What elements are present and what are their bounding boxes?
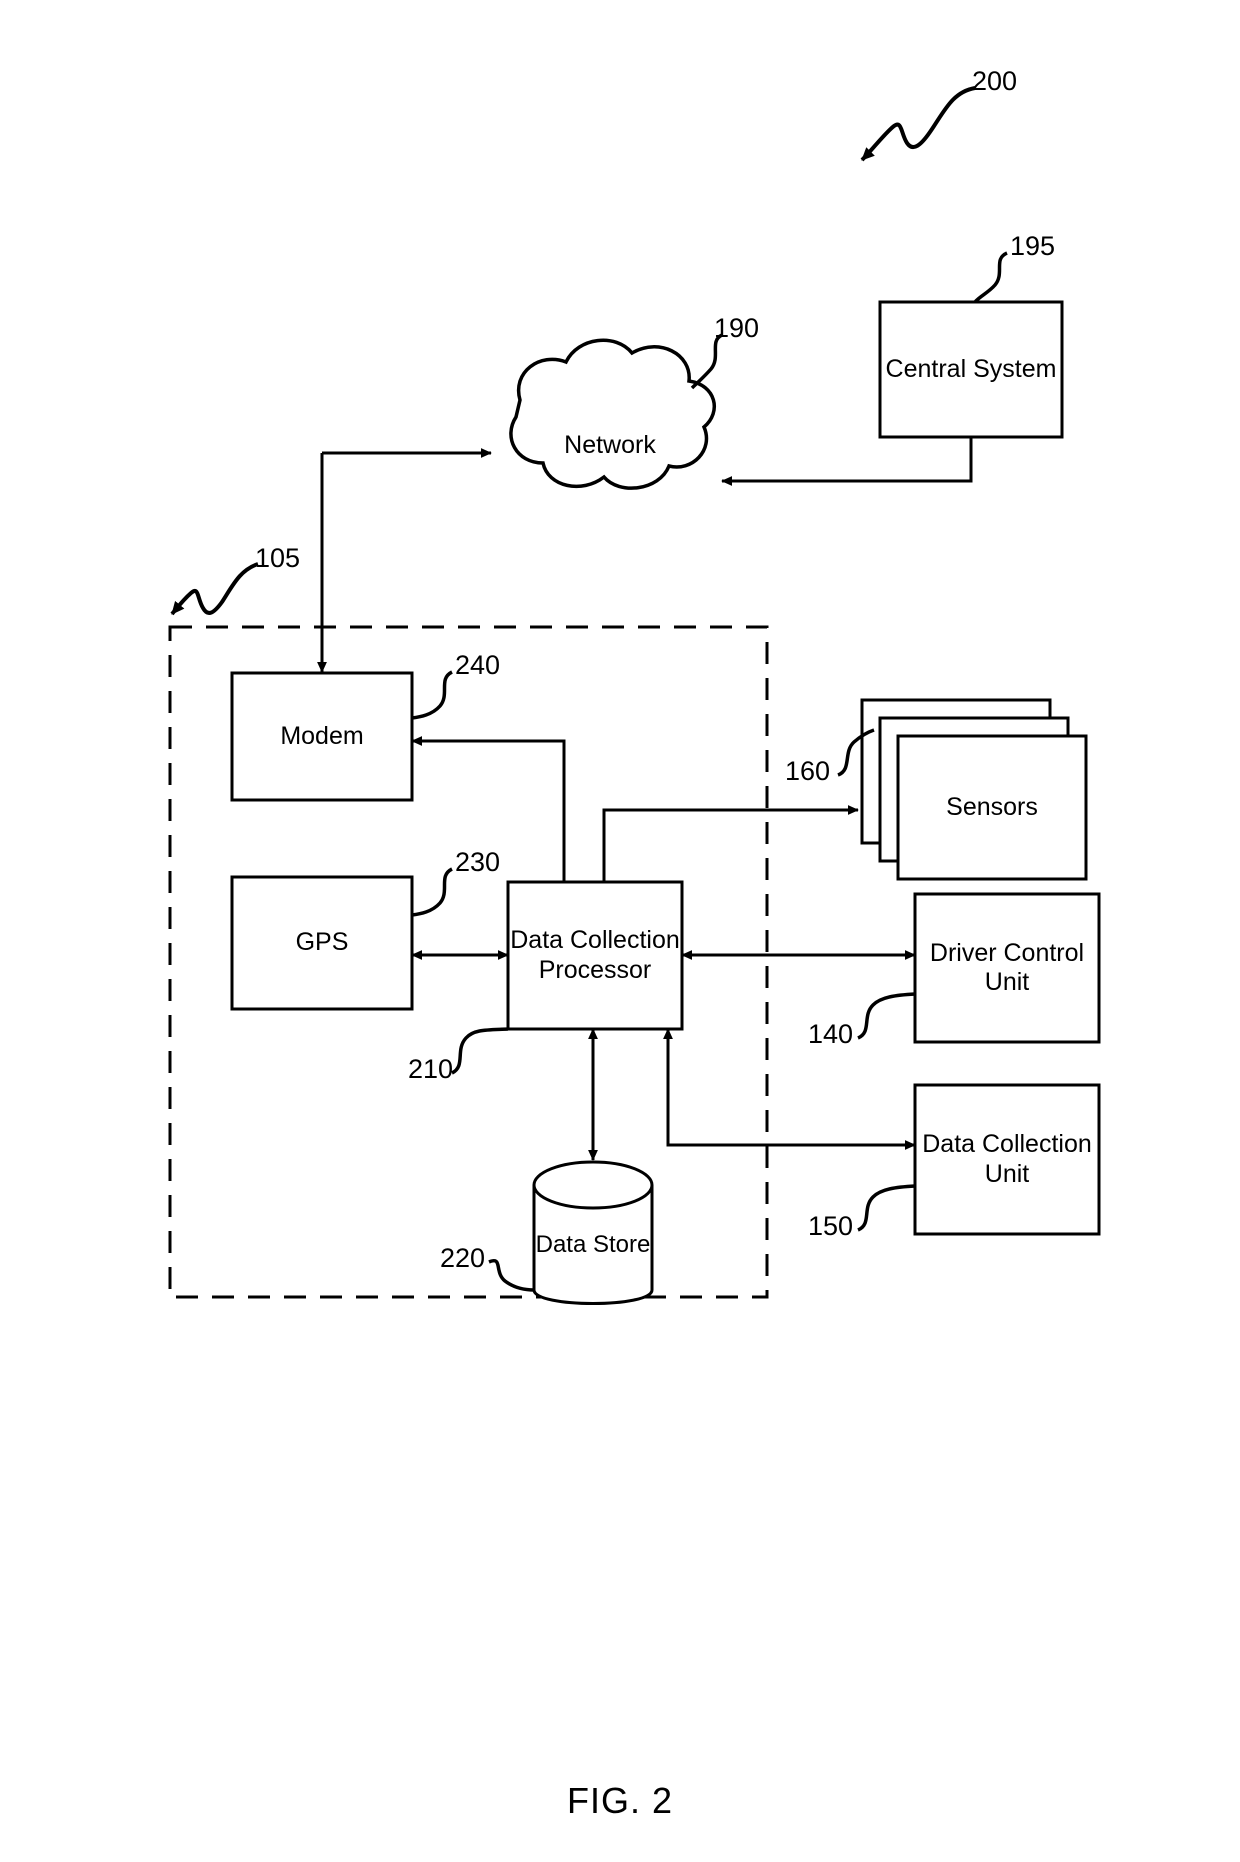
connector-central-system-to-network [721,437,973,486]
sensors-stack [860,698,1088,881]
driver-control-unit-box [913,892,1101,1044]
vehicle-boundary-dashed [168,625,769,1299]
connector-processor-to-sensors [602,805,859,882]
ref-numeral-220: 220 [440,1243,486,1273]
lead-line-140 [857,992,916,1040]
lead-line-220 [488,1258,535,1292]
data-store-cylinder [532,1160,654,1305]
ref-numeral-210: 210 [408,1054,454,1084]
data-collection-processor-box [506,880,684,1031]
lead-line-240 [411,670,453,720]
data-collection-unit-box [913,1083,1101,1236]
central-system-box [878,300,1064,439]
gps-box [230,875,414,1011]
ref-numeral-190: 190 [714,313,760,343]
modem-box [230,671,414,802]
lead-line-195 [973,251,1008,304]
ref-numeral-140: 140 [808,1019,854,1049]
ref-numeral-150: 150 [808,1211,854,1241]
ref-numeral-240: 240 [455,650,501,680]
lead-line-105 [170,562,259,616]
lead-line-230 [411,867,453,917]
ref-numeral-200: 200 [972,66,1018,96]
lead-line-150 [857,1184,916,1232]
lead-line-200 [860,86,976,162]
lead-line-210 [451,1027,509,1075]
ref-numeral-105: 105 [255,543,301,573]
ref-numeral-195: 195 [1010,231,1056,261]
network-cloud-shape [509,338,716,490]
ref-numeral-230: 230 [455,847,501,877]
diagram-canvas [168,86,1101,1305]
connector-processor-to-data-collection-unit [663,1028,916,1150]
ref-numeral-160: 160 [785,756,831,786]
patent-figure: Central System Network Modem GPS Data Co… [0,0,1240,1862]
figure-caption: FIG. 2 [566,1780,674,1821]
